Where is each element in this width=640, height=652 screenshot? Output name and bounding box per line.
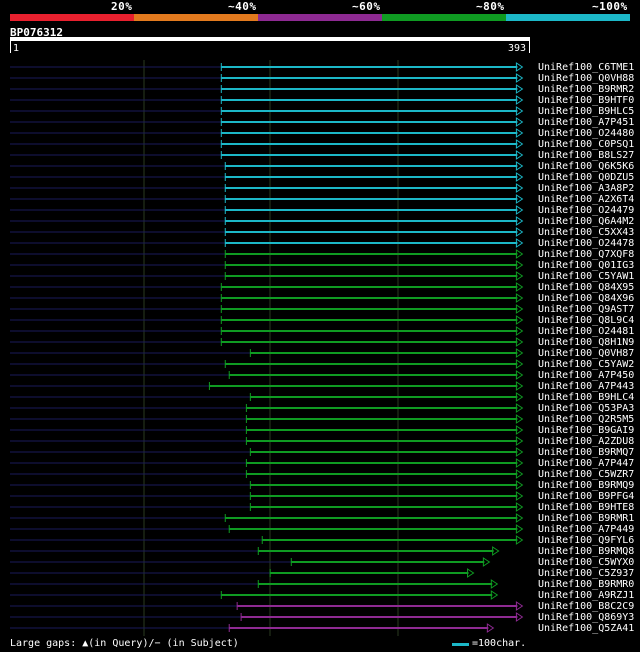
hit-label[interactable]: UniRef100_B9RMR2 — [538, 84, 634, 95]
hit-label[interactable]: UniRef100_C0PSQ1 — [538, 139, 634, 150]
hit-label[interactable]: UniRef100_A2X6T4 — [538, 194, 634, 205]
hit-label[interactable]: UniRef100_A7P451 — [538, 117, 634, 128]
hit-label[interactable]: UniRef100_A7P450 — [538, 370, 634, 381]
hit-label[interactable]: UniRef100_B9RMQ7 — [538, 447, 634, 458]
hit-label[interactable]: UniRef100_O24481 — [538, 326, 634, 337]
hit-label[interactable]: UniRef100_Q869Y3 — [538, 612, 634, 623]
hit-label[interactable]: UniRef100_B8LS27 — [538, 150, 634, 161]
hit-label[interactable]: UniRef100_C6TME1 — [538, 62, 634, 73]
hit-label[interactable]: UniRef100_C5XX43 — [538, 227, 634, 238]
scale-swatch — [452, 643, 469, 646]
hit-label[interactable]: UniRef100_O24479 — [538, 205, 634, 216]
hit-label[interactable]: UniRef100_Q9AST7 — [538, 304, 634, 315]
hit-label[interactable]: UniRef100_C5WZR7 — [538, 469, 634, 480]
hit-label[interactable]: UniRef100_Q5ZA41 — [538, 623, 634, 634]
hit-label[interactable]: UniRef100_Q0VH88 — [538, 73, 634, 84]
hit-label[interactable]: UniRef100_Q01IG3 — [538, 260, 634, 271]
hit-label[interactable]: UniRef100_A9RZJ1 — [538, 590, 634, 601]
scale-label: =100char. — [472, 638, 527, 649]
hit-label[interactable]: UniRef100_C5Z937 — [538, 568, 634, 579]
hit-label[interactable]: UniRef100_Q2R5M5 — [538, 414, 634, 425]
hit-label[interactable]: UniRef100_B9PFG4 — [538, 491, 634, 502]
hit-label[interactable]: UniRef100_O24480 — [538, 128, 634, 139]
hit-label[interactable]: UniRef100_B8C2C9 — [538, 601, 634, 612]
hit-label[interactable]: UniRef100_B9GAI9 — [538, 425, 634, 436]
hit-label[interactable]: UniRef100_B9HTF0 — [538, 95, 634, 106]
hit-label[interactable]: UniRef100_B9HTE8 — [538, 502, 634, 513]
hit-label[interactable]: UniRef100_A7P443 — [538, 381, 634, 392]
hit-label[interactable]: UniRef100_Q0DZU5 — [538, 172, 634, 183]
hit-label[interactable]: UniRef100_A7P447 — [538, 458, 634, 469]
hit-label[interactable]: UniRef100_A7P449 — [538, 524, 634, 535]
hit-label[interactable]: UniRef100_Q6A4M2 — [538, 216, 634, 227]
hit-label[interactable]: UniRef100_Q84X96 — [538, 293, 634, 304]
hit-label[interactable]: UniRef100_B9RMQ9 — [538, 480, 634, 491]
hit-label[interactable]: UniRef100_O24478 — [538, 238, 634, 249]
hit-label[interactable]: UniRef100_B9HLC5 — [538, 106, 634, 117]
hit-label[interactable]: UniRef100_Q84X95 — [538, 282, 634, 293]
hit-label[interactable]: UniRef100_Q53PA3 — [538, 403, 634, 414]
hit-label[interactable]: UniRef100_A3A8P2 — [538, 183, 634, 194]
hit-label[interactable]: UniRef100_B9HLC4 — [538, 392, 634, 403]
hit-label[interactable]: UniRef100_C5YAW1 — [538, 271, 634, 282]
hit-label[interactable]: UniRef100_B9RMR0 — [538, 579, 634, 590]
hit-label[interactable]: UniRef100_Q6K5K6 — [538, 161, 634, 172]
footer-legend: Large gaps: ▲(in Query)/− (in Subject) — [10, 638, 239, 649]
hit-label[interactable]: UniRef100_Q8L9C4 — [538, 315, 634, 326]
hit-label[interactable]: UniRef100_B9RMQ8 — [538, 546, 634, 557]
hit-label[interactable]: UniRef100_B9RMR1 — [538, 513, 634, 524]
hit-label[interactable]: UniRef100_Q9FYL6 — [538, 535, 634, 546]
hit-label[interactable]: UniRef100_Q0VH87 — [538, 348, 634, 359]
hit-label[interactable]: UniRef100_Q7XQF8 — [538, 249, 634, 260]
hit-label[interactable]: UniRef100_C5YAW2 — [538, 359, 634, 370]
hit-label[interactable]: UniRef100_C5WYX0 — [538, 557, 634, 568]
hit-label[interactable]: UniRef100_Q8H1N9 — [538, 337, 634, 348]
hit-label[interactable]: UniRef100_A2ZDU8 — [538, 436, 634, 447]
